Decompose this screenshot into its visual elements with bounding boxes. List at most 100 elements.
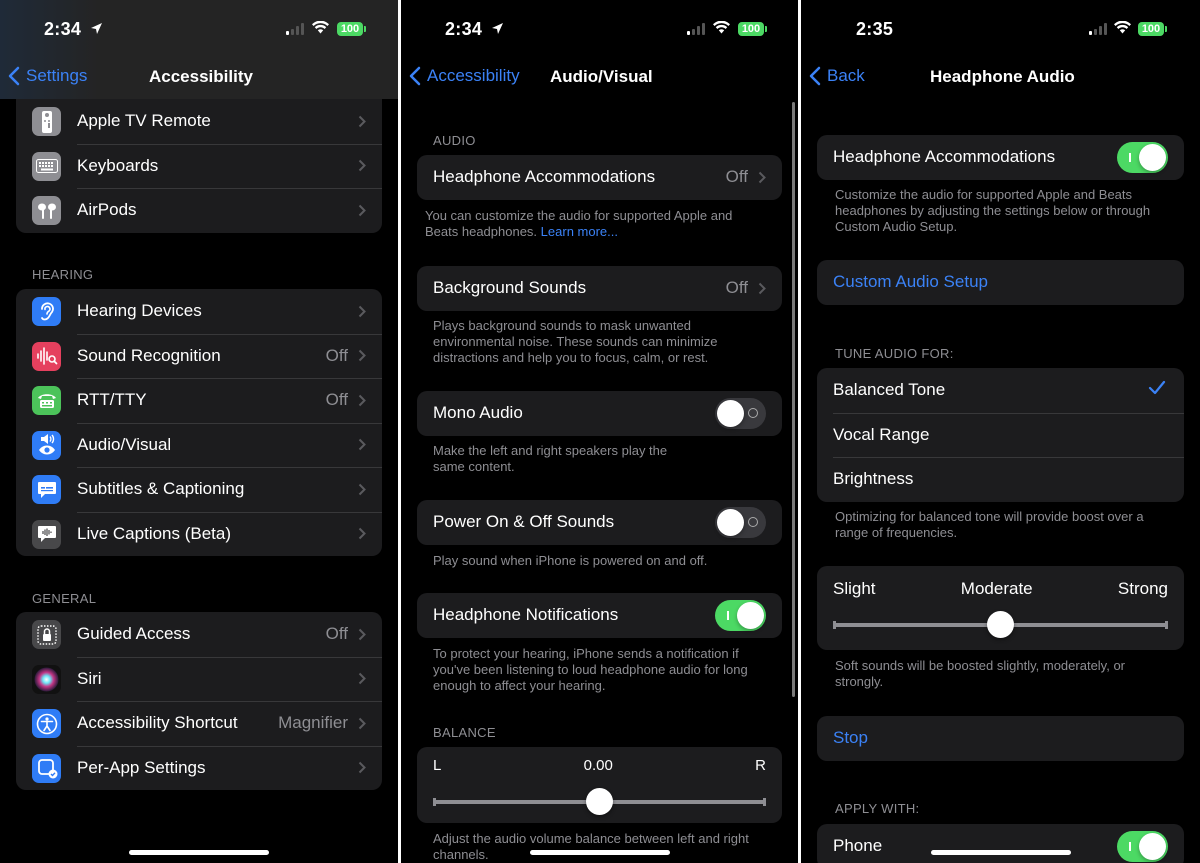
wifi-icon <box>713 21 730 34</box>
section-header-hearing: HEARING <box>32 267 94 282</box>
chevron-right-icon <box>358 439 366 451</box>
row-label: Mono Audio <box>433 403 523 423</box>
row-label: Vocal Range <box>833 424 930 444</box>
settings-row-hearing-devices[interactable]: Hearing Devices <box>16 289 382 334</box>
settings-group-headphone-notifications: Headphone Notifications <box>417 593 782 638</box>
mono-audio-toggle[interactable] <box>715 397 766 429</box>
subtitles-icon <box>32 475 61 504</box>
settings-row-siri[interactable]: Siri <box>16 656 382 702</box>
chevron-right-icon <box>358 717 366 729</box>
row-label: Stop <box>833 728 868 748</box>
settings-group-custom-audio-setup: Custom Audio Setup <box>817 260 1184 305</box>
settings-row-keyboards[interactable]: Keyboards <box>16 143 382 189</box>
headphone-audio-screen: 2:35 100 Back Headphone Audio Headphone … <box>801 0 1200 863</box>
home-indicator[interactable] <box>529 850 670 855</box>
row-label: Audio/Visual <box>77 434 172 454</box>
settings-row-headphone-accommodations: Headphone Accommodations <box>817 135 1184 180</box>
scrollbar[interactable] <box>792 102 795 697</box>
tune-option-balanced-tone[interactable]: Balanced Tone <box>817 368 1184 413</box>
settings-row-audio-visual[interactable]: Audio/Visual <box>16 422 382 468</box>
boost-slider-thumb[interactable] <box>987 611 1014 638</box>
settings-row-rtt-tty[interactable]: RTT/TTY Off <box>16 378 382 423</box>
settings-row-headphone-accommodations[interactable]: Headphone Accommodations Off <box>417 155 782 200</box>
cellular-signal-icon <box>687 23 705 35</box>
tune-option-brightness[interactable]: Brightness <box>817 457 1184 502</box>
home-indicator[interactable] <box>129 850 269 855</box>
settings-row-background-sounds[interactable]: Background Sounds Off <box>417 266 782 311</box>
section-header-balance: BALANCE <box>433 725 496 740</box>
settings-row-accessibility-shortcut[interactable]: Accessibility Shortcut Magnifier <box>16 701 382 746</box>
status-time: 2:34 <box>445 19 483 39</box>
settings-group-devices: Apple TV Remote Keyboards AirPods <box>16 99 382 233</box>
chevron-right-icon <box>358 305 366 317</box>
headphone-notifications-footer: To protect your hearing, iPhone sends a … <box>433 646 748 693</box>
wifi-icon <box>1114 21 1131 34</box>
row-label: Guided Access <box>77 624 191 644</box>
phone-toggle[interactable] <box>1117 830 1168 862</box>
chevron-right-icon <box>758 282 766 294</box>
boost-footer: Soft sounds will be boosted slightly, mo… <box>835 658 1170 690</box>
cellular-signal-icon <box>286 23 304 35</box>
custom-audio-setup-button[interactable]: Custom Audio Setup <box>817 260 1184 305</box>
back-label: Settings <box>26 66 88 85</box>
row-label: Balanced Tone <box>833 380 946 400</box>
row-label: Accessibility Shortcut <box>77 713 238 733</box>
balance-slider-track[interactable] <box>433 788 766 815</box>
background-sounds-footer: Plays background sounds to mask unwanted… <box>433 318 718 365</box>
siri-icon <box>32 664 61 694</box>
chevron-right-icon <box>358 160 366 172</box>
row-label: Brightness <box>833 469 914 489</box>
accessibility-screen: 2:34 100 Settings Accessibility Apple TV… <box>0 0 398 863</box>
power-sounds-footer: Play sound when iPhone is powered on and… <box>433 553 708 568</box>
settings-row-apple-tv-remote[interactable]: Apple TV Remote <box>16 99 382 144</box>
boost-label-moderate: Moderate <box>960 579 1033 598</box>
battery-indicator: 100 <box>738 22 767 36</box>
headphone-accommodations-toggle[interactable] <box>1117 141 1168 173</box>
chevron-right-icon <box>358 394 366 406</box>
learn-more-link[interactable]: Learn more... <box>541 224 618 239</box>
settings-row-live-captions[interactable]: Live Captions (Beta) <box>16 511 382 557</box>
row-label: RTT/TTY <box>77 390 147 410</box>
status-time: 2:34 <box>44 19 82 39</box>
stop-button[interactable]: Stop <box>817 716 1184 761</box>
tune-option-vocal-range[interactable]: Vocal Range <box>817 412 1184 458</box>
chevron-left-icon <box>8 66 20 86</box>
airpods-icon <box>32 196 61 225</box>
live-captions-icon <box>32 519 61 549</box>
accessibility-icon <box>32 709 61 738</box>
row-label: Custom Audio Setup <box>833 272 988 292</box>
row-value: Off <box>725 167 748 187</box>
back-button-accessibility[interactable]: Accessibility <box>409 66 520 86</box>
section-header-tune-audio: TUNE AUDIO FOR: <box>835 346 954 361</box>
section-header-apply-with: APPLY WITH: <box>835 801 920 816</box>
row-label: Headphone Notifications <box>433 605 619 625</box>
headphone-accommodations-footer: Customize the audio for supported Apple … <box>835 187 1151 234</box>
balance-slider-thumb[interactable] <box>586 788 613 815</box>
settings-row-airpods[interactable]: AirPods <box>16 188 382 233</box>
settings-group-power-sounds: Power On & Off Sounds <box>417 500 782 545</box>
chevron-right-icon <box>358 483 366 495</box>
keyboard-icon <box>32 151 61 181</box>
row-label: AirPods <box>77 200 137 220</box>
row-label: Sound Recognition <box>77 345 221 365</box>
row-label: Hearing Devices <box>77 301 202 321</box>
back-button[interactable]: Back <box>809 66 865 86</box>
settings-row-per-app-settings[interactable]: Per-App Settings <box>16 745 382 791</box>
navigation-bar: Accessibility Audio/Visual <box>401 58 798 98</box>
boost-slider-container: Slight Moderate Strong <box>817 566 1184 650</box>
power-sounds-toggle[interactable] <box>715 506 766 538</box>
row-label: Per-App Settings <box>77 757 206 777</box>
settings-row-sound-recognition[interactable]: Sound Recognition Off <box>16 333 382 379</box>
balance-value: 0.00 <box>583 757 613 774</box>
boost-slider-track[interactable] <box>833 611 1168 638</box>
row-label: Headphone Accommodations <box>833 147 1056 167</box>
settings-row-mono-audio: Mono Audio <box>417 391 782 436</box>
settings-row-guided-access[interactable]: Guided Access Off <box>16 612 382 657</box>
settings-group-headphone-accommodations: Headphone Accommodations Off <box>417 155 782 200</box>
home-indicator[interactable] <box>930 850 1071 855</box>
headphone-notifications-toggle[interactable] <box>715 599 766 631</box>
settings-group-hearing: Hearing Devices Sound Recognition Off RT… <box>16 289 382 556</box>
back-button-settings[interactable]: Settings <box>8 66 87 86</box>
settings-row-subtitles-captioning[interactable]: Subtitles & Captioning <box>16 467 382 512</box>
back-label: Back <box>827 66 865 85</box>
